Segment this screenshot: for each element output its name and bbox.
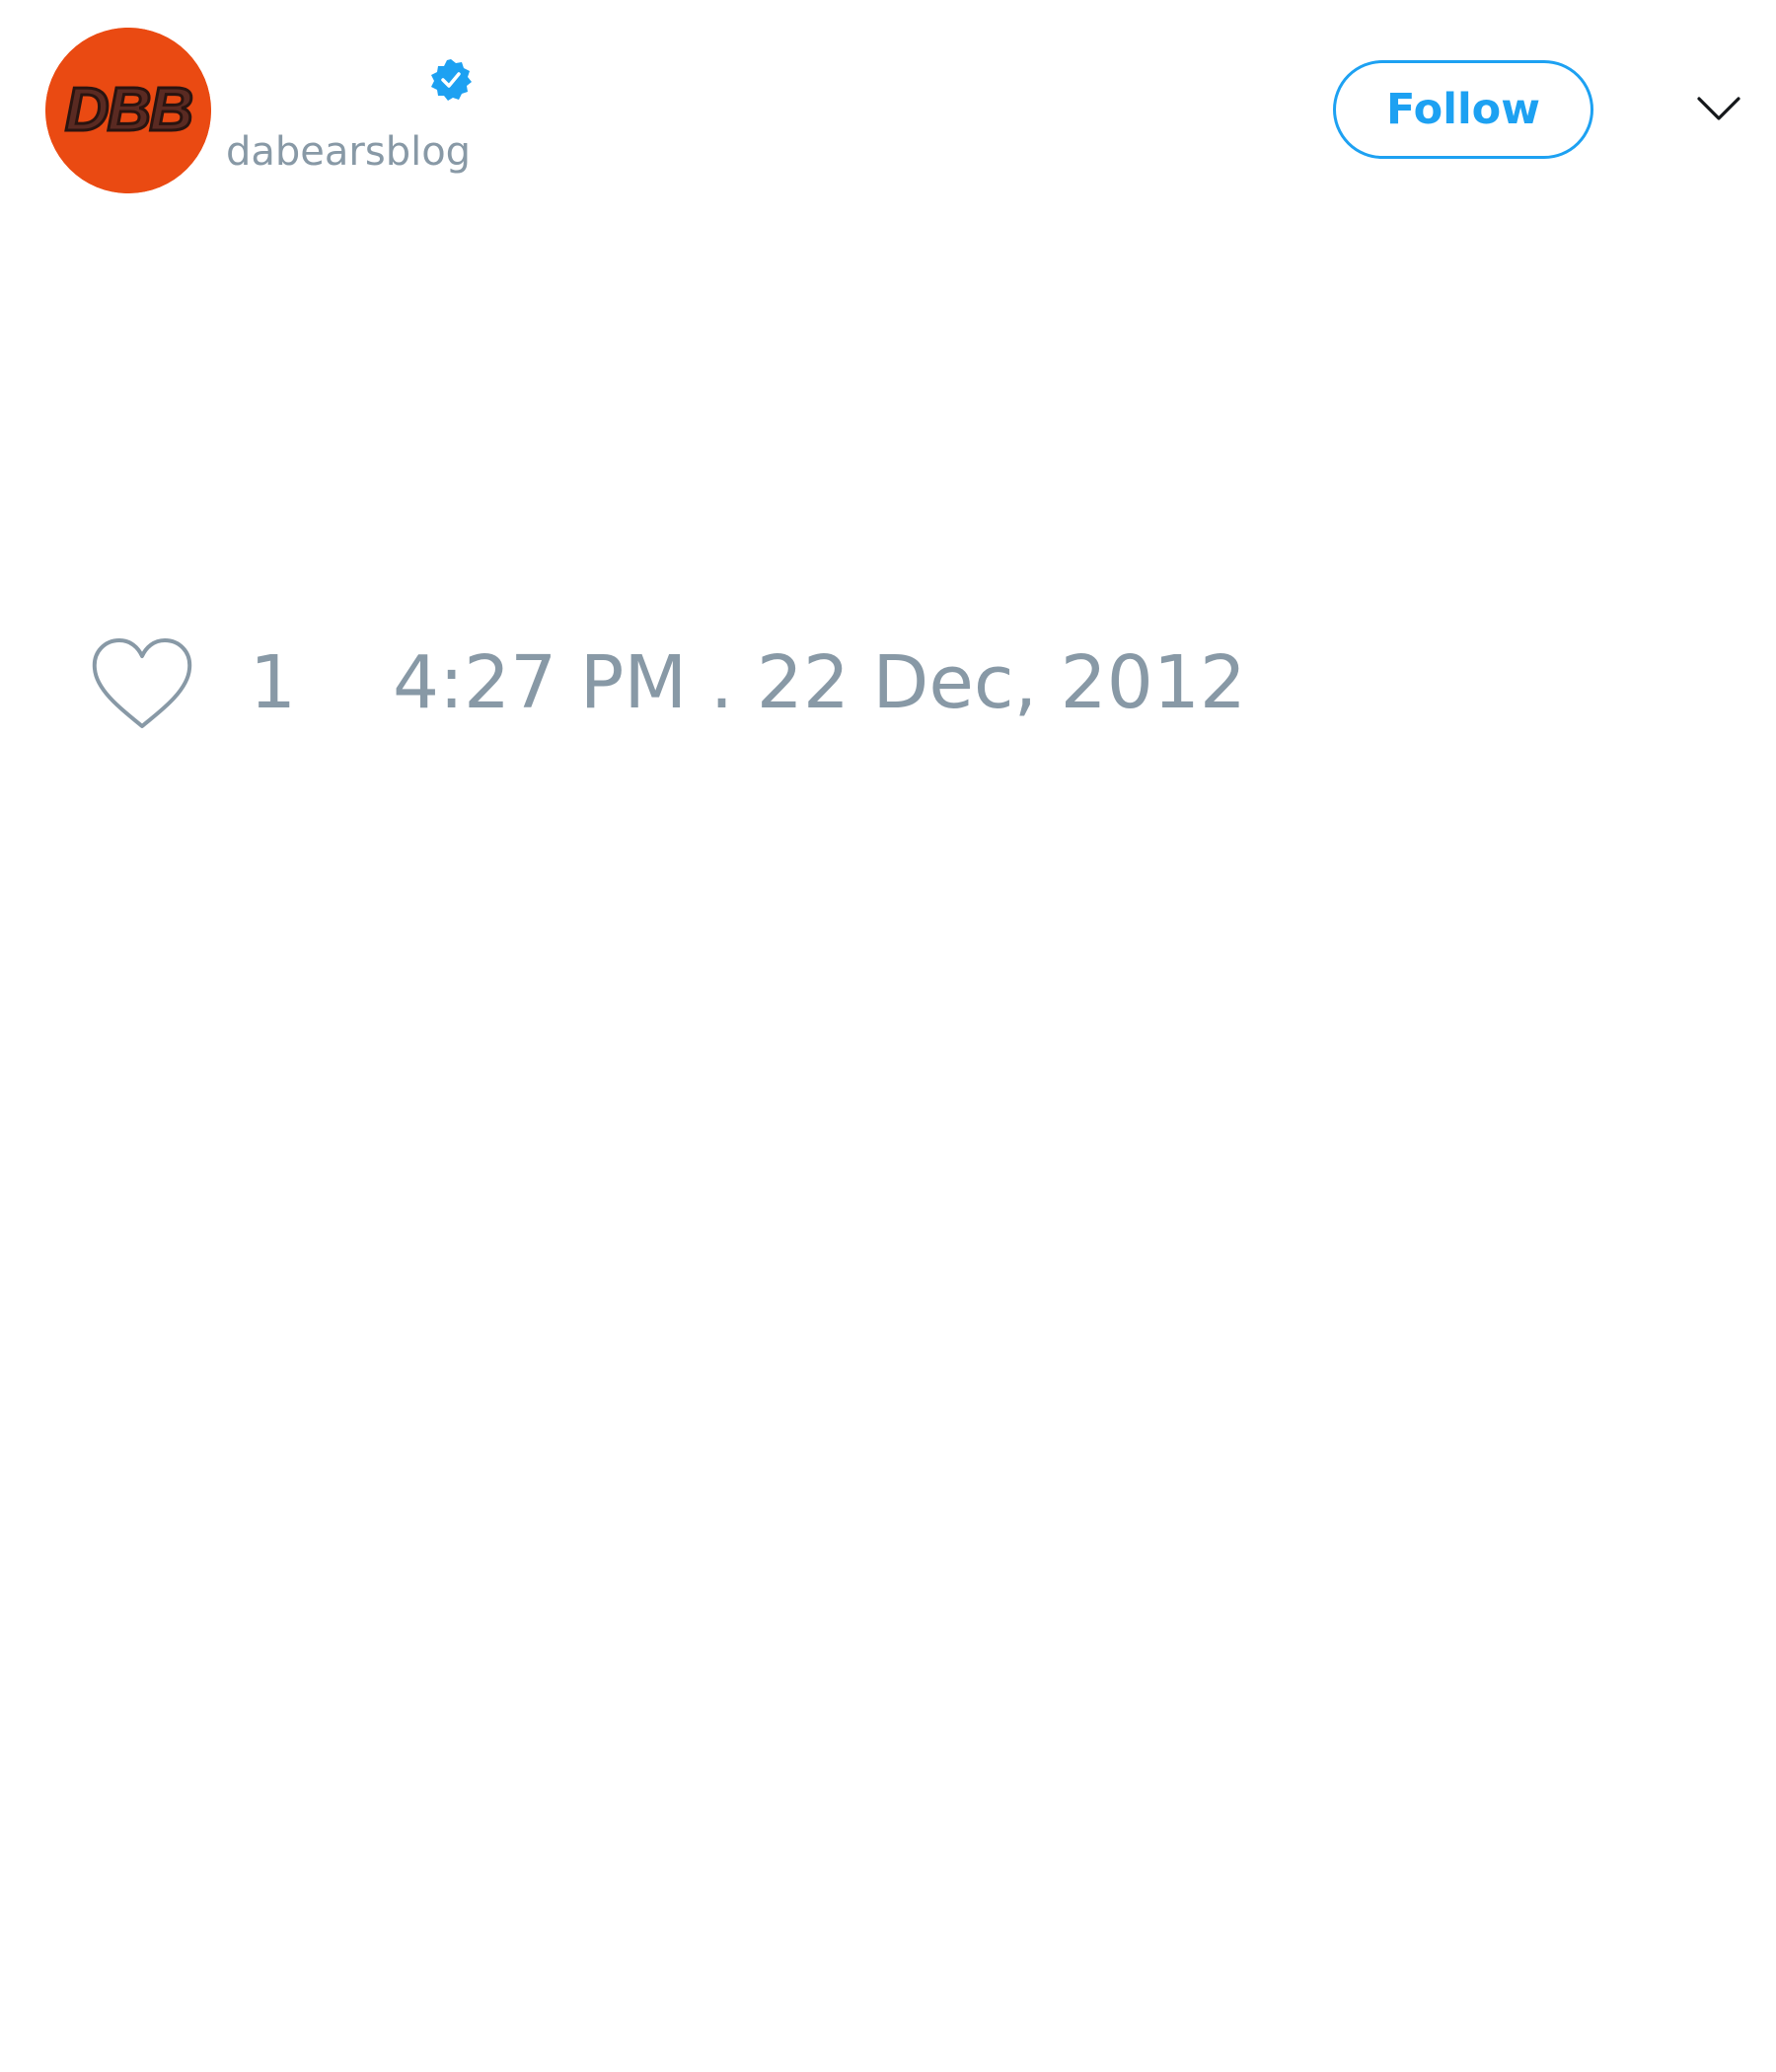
chevron-down-icon[interactable] <box>1695 93 1742 124</box>
like-count: 1 <box>250 640 297 725</box>
avatar-logo-text: DBB <box>65 76 192 144</box>
tweet-timestamp[interactable]: 4:27 PM . 22 Dec, 2012 <box>393 638 1246 727</box>
verified-badge-icon <box>431 59 472 101</box>
follow-button[interactable]: Follow <box>1333 60 1593 159</box>
avatar-logo: DBB <box>45 28 211 193</box>
author-handle[interactable]: dabearsblog <box>226 128 471 176</box>
tweet-actions: 1 4:27 PM . 22 Dec, 2012 <box>0 612 1776 760</box>
tweet-header: DBB dabearsblog Follow <box>0 0 1776 227</box>
heart-icon[interactable] <box>89 635 195 732</box>
avatar[interactable]: DBB <box>45 28 211 193</box>
